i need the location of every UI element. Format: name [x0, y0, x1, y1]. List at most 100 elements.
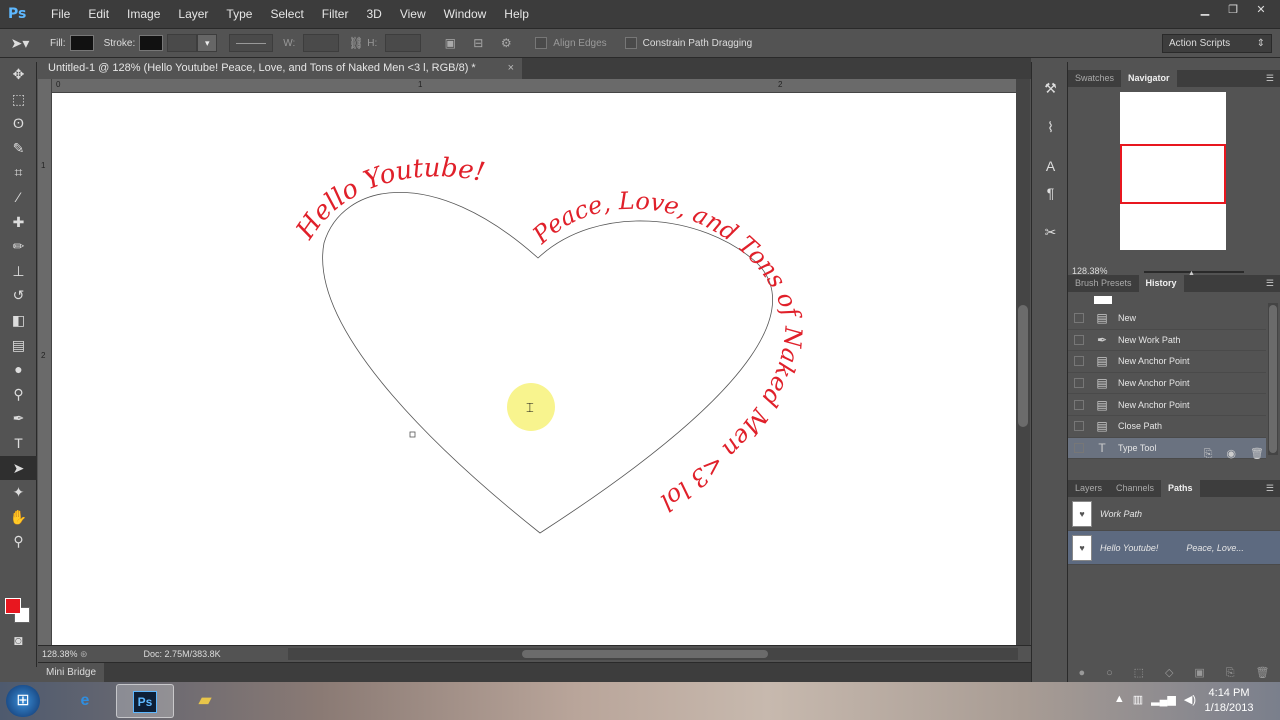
tab-paths[interactable]: Paths — [1161, 480, 1200, 497]
path-alignment-icon[interactable]: ⊟ — [467, 34, 489, 52]
paragraph-icon[interactable]: ¶ — [1032, 181, 1069, 206]
eraser-tool-icon[interactable]: ◧ — [0, 308, 37, 333]
blur-tool-icon[interactable]: ● — [0, 357, 37, 382]
photoshop-taskbar-button[interactable]: Ps — [116, 684, 174, 718]
minimize-icon[interactable]: ▁ — [1192, 2, 1218, 18]
quick-selection-tool-icon[interactable]: ✎ — [0, 136, 37, 161]
mini-bridge-tab[interactable]: Mini Bridge — [38, 663, 105, 683]
close-icon[interactable]: ✕ — [1248, 2, 1274, 18]
load-selection-icon[interactable]: ⬚ — [1134, 664, 1144, 682]
history-checkbox[interactable] — [1074, 334, 1084, 345]
tab-channels[interactable]: Channels — [1109, 480, 1161, 497]
tab-history[interactable]: History — [1138, 275, 1184, 292]
path-item[interactable]: ♥ Work Path — [1068, 497, 1280, 531]
width-field[interactable] — [303, 34, 340, 52]
document-tab[interactable]: Untitled-1 @ 128% (Hello Youtube! Peace,… — [38, 58, 522, 79]
vertical-scrollbar[interactable] — [1016, 79, 1030, 645]
pen-tool-icon[interactable]: ✒ — [0, 406, 37, 431]
trash-icon[interactable]: 🗑 — [1256, 664, 1270, 682]
stroke-type-dropdown[interactable] — [229, 34, 274, 52]
navigator-thumbnail[interactable] — [1120, 92, 1226, 250]
brush-tool-icon[interactable]: ✏ — [0, 234, 37, 259]
path-arrangement-icon[interactable]: ⚙ — [495, 34, 517, 52]
network-icon[interactable]: ▥ — [1133, 693, 1143, 706]
new-path-icon[interactable]: ⎘ — [1226, 664, 1235, 682]
height-field[interactable] — [385, 34, 422, 52]
scroll-thumb[interactable] — [522, 650, 768, 658]
marquee-tool-icon[interactable]: ⬚ — [0, 87, 37, 112]
stroke-swatch[interactable] — [139, 35, 164, 51]
history-checkbox[interactable] — [1074, 399, 1084, 410]
internet-explorer-icon[interactable]: e — [56, 684, 114, 718]
history-item[interactable]: ▤ Close Path — [1068, 416, 1266, 438]
make-work-path-icon[interactable]: ◇ — [1165, 664, 1173, 682]
history-brush-tool-icon[interactable]: ↺ — [0, 283, 37, 308]
tab-brush-presets[interactable]: Brush Presets — [1068, 275, 1139, 292]
file-explorer-icon[interactable]: ▰ — [176, 684, 234, 718]
add-mask-icon[interactable]: ▣ — [1194, 664, 1204, 682]
hand-tool-icon[interactable]: ✋ — [0, 505, 37, 530]
tab-swatches[interactable]: Swatches — [1068, 70, 1121, 87]
tab-navigator[interactable]: Navigator — [1121, 70, 1177, 87]
menu-window[interactable]: Window — [435, 0, 496, 28]
link-icon[interactable]: ⛓ — [345, 34, 367, 52]
history-item[interactable]: ▤ New — [1068, 308, 1266, 330]
menu-layer[interactable]: Layer — [169, 0, 217, 28]
adjustments-icon[interactable]: ✂ — [1032, 220, 1069, 245]
horizontal-scrollbar[interactable] — [288, 648, 1018, 660]
dodge-tool-icon[interactable]: ⚲ — [0, 382, 37, 407]
menu-type[interactable]: Type — [217, 0, 261, 28]
quick-mask-icon[interactable]: ◙ — [0, 628, 37, 653]
menu-help[interactable]: Help — [495, 0, 538, 28]
shape-tool-icon[interactable]: ✦ — [0, 480, 37, 505]
eyedropper-tool-icon[interactable]: ⁄ — [0, 185, 37, 210]
navigator-view-box[interactable] — [1120, 144, 1226, 204]
brush-icon[interactable]: ⌇ — [1032, 115, 1069, 140]
menu-edit[interactable]: Edit — [79, 0, 118, 28]
document-canvas[interactable]: Hello Youtube! Peace, Love, and Tons of … — [52, 93, 1016, 645]
fill-swatch[interactable] — [69, 35, 94, 51]
color-swatches[interactable] — [5, 598, 33, 626]
stroke-width-field[interactable] — [167, 34, 198, 52]
history-item[interactable]: ▤ New Anchor Point — [1068, 394, 1266, 416]
menu-filter[interactable]: Filter — [313, 0, 358, 28]
menu-select[interactable]: Select — [261, 0, 312, 28]
character-icon[interactable]: A — [1032, 154, 1069, 179]
menu-view[interactable]: View — [391, 0, 435, 28]
start-button-icon[interactable]: ⊞ — [6, 685, 40, 717]
history-item[interactable]: ✒ New Work Path — [1068, 330, 1266, 352]
healing-brush-tool-icon[interactable]: ✚ — [0, 210, 37, 235]
history-checkbox[interactable] — [1074, 378, 1084, 389]
history-checkbox[interactable] — [1074, 356, 1084, 367]
gradient-tool-icon[interactable]: ▤ — [0, 333, 37, 358]
stroke-path-icon[interactable]: ○ — [1106, 664, 1113, 682]
panel-menu-icon[interactable]: ☰ — [1266, 480, 1274, 497]
restore-icon[interactable]: ❐ — [1220, 2, 1246, 18]
move-tool-icon[interactable]: ✥ — [0, 62, 37, 87]
lasso-tool-icon[interactable]: ʘ — [0, 111, 37, 136]
path-item-selected[interactable]: ♥ Hello Youtube! Peace, Love... — [1068, 531, 1280, 565]
zoom-level[interactable]: 128.38% — [38, 649, 80, 659]
hello-youtube-text[interactable]: Hello Youtube! — [290, 153, 487, 245]
status-info-icon[interactable]: ⊛ — [80, 649, 88, 660]
panel-menu-icon[interactable]: ☰ — [1266, 70, 1274, 87]
navigator-zoom-slider[interactable]: ▲ — [1144, 270, 1244, 277]
history-scrollbar[interactable] — [1268, 303, 1278, 455]
workspace-dropdown[interactable]: Action Scripts ⇕ — [1162, 34, 1272, 53]
crop-tool-icon[interactable]: ⌗ — [0, 160, 37, 185]
foreground-color[interactable] — [5, 598, 21, 614]
history-item[interactable]: ▤ New Anchor Point — [1068, 351, 1266, 373]
scroll-thumb[interactable] — [1018, 305, 1028, 427]
path-operations-icon[interactable]: ▣ — [439, 34, 461, 52]
panel-menu-icon[interactable]: ☰ — [1266, 275, 1274, 292]
scroll-thumb[interactable] — [1269, 305, 1277, 453]
menu-file[interactable]: File — [42, 0, 79, 28]
tab-layers[interactable]: Layers — [1068, 480, 1109, 497]
constrain-path-checkbox[interactable] — [624, 37, 637, 49]
taskbar-clock[interactable]: 4:14 PM 1/18/2013 — [1198, 686, 1260, 716]
tool-presets-icon[interactable]: ⚒ — [1032, 76, 1069, 101]
signal-icon[interactable]: ▂▄▆ — [1151, 693, 1176, 706]
close-tab-icon[interactable]: × — [508, 58, 514, 79]
path-selection-tool-icon[interactable]: ➤ — [0, 455, 37, 481]
align-edges-checkbox[interactable] — [535, 37, 548, 49]
